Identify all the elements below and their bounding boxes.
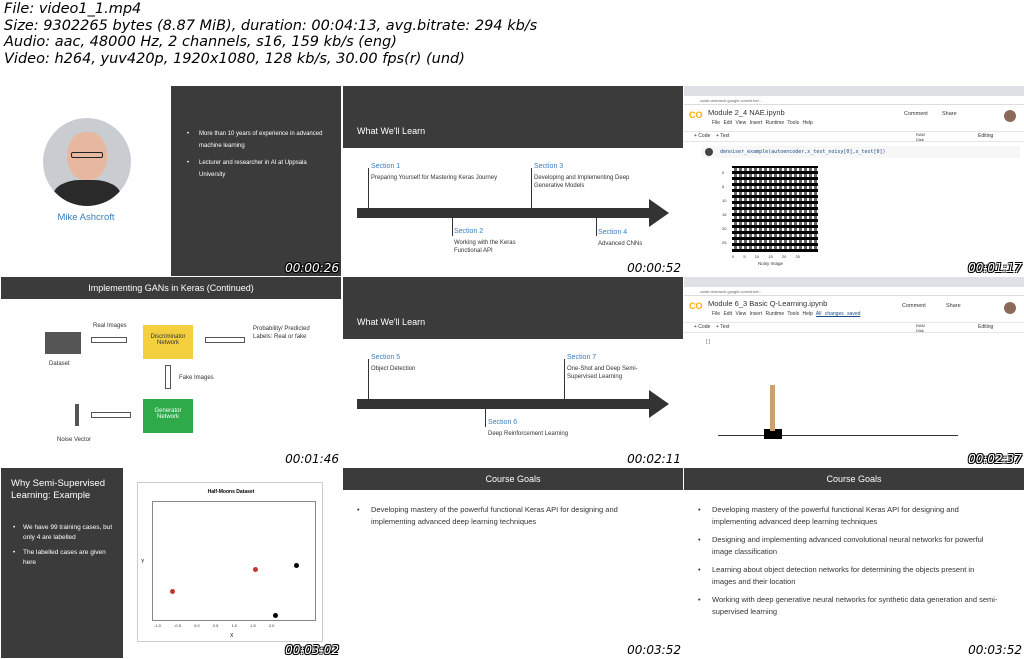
notebook-title[interactable]: Module 2_4 NAE.ipynb <box>708 108 785 117</box>
timestamp: 00:03:52 <box>968 643 1022 657</box>
timeline-arrow <box>357 399 657 409</box>
timestamp: 00:02:11 <box>627 452 681 466</box>
colab-logo: CO <box>689 110 703 120</box>
data-point <box>253 567 258 572</box>
bullet: • The labelled cases are given here <box>13 549 106 566</box>
thumbnail-4[interactable]: Implementing GANs in Keras (Continued) D… <box>1 277 341 467</box>
add-text-button[interactable]: + Text <box>716 133 729 139</box>
save-status[interactable]: All changes saved <box>816 311 861 317</box>
slide-title: Why Semi-Supervised Learning: Example <box>11 478 105 501</box>
timestamp: 00:01:17 <box>968 261 1022 275</box>
colab-logo: CO <box>689 301 703 311</box>
noisy-image-plot <box>732 166 818 252</box>
slide-title: What We'll Learn <box>357 317 426 327</box>
half-moons-plot: Half-Moons Dataset -1.0 -0.5 0.0 0.5 1.0… <box>137 482 323 642</box>
thumbnail-5[interactable]: What We'll Learn Section 5 Object Detecti… <box>343 277 683 467</box>
section-item: Section 5 Object Detection <box>371 354 416 372</box>
data-point <box>170 589 175 594</box>
comment-button[interactable]: Comment <box>904 111 928 117</box>
add-code-button[interactable]: + Code <box>694 133 710 139</box>
video-line: Video: h264, yuv420p, 1920x1080, 128 kb/… <box>4 50 465 67</box>
goal-item: • Developing mastery of the powerful func… <box>357 505 618 526</box>
section-item: Section 1 Preparing Yourself for Masterin… <box>371 163 498 181</box>
slide-title: Course Goals <box>343 468 683 490</box>
thumbnail-3[interactable]: colab.research.google.com/drive/... CO M… <box>684 86 1024 276</box>
file-info-header: File: video1_1.mp4 Size: 9302265 bytes (8… <box>0 0 1024 85</box>
timestamp: 00:00:26 <box>285 261 339 275</box>
section-item: Section 7 One-Shot and Deep Semi-Supervis… <box>567 354 638 380</box>
x-ticks: -1.0 -0.5 0.0 0.5 1.0 1.5 2.0 <box>154 623 275 628</box>
goal-item: • Developing mastery of the powerful func… <box>698 505 959 526</box>
generator-box: Generator Network <box>143 399 193 433</box>
audio-line: Audio: aac, 48000 Hz, 2 channels, s16, 1… <box>4 34 397 50</box>
url-bar[interactable]: colab.research.google.com/drive/... <box>684 96 1024 105</box>
add-text-button[interactable]: + Text <box>716 324 729 330</box>
noise-vector-block <box>75 404 79 426</box>
plot-label: Noisy Image <box>758 261 784 266</box>
noise-vector-label: Noise Vector <box>57 437 92 443</box>
thumbnail-9[interactable]: Course Goals • Developing mastery of the … <box>684 468 1024 658</box>
timeline-arrow <box>357 208 657 218</box>
code-cell[interactable]: denoiser_example(autoencoder,x_test_nois… <box>720 149 886 155</box>
plot-title: Half-Moons Dataset <box>207 489 255 495</box>
menu-bar[interactable]: File Edit View Insert Runtime Tools Help… <box>712 311 860 317</box>
cell-run-indicator[interactable]: [ ] <box>706 339 710 345</box>
bio-bullet: • More than 10 years of experience in adv… <box>187 131 323 149</box>
presenter-name: Mike Ashcroft <box>57 212 115 223</box>
goal-item: • Designing and implementing advanced con… <box>698 535 984 556</box>
timestamp: 00:00:52 <box>627 261 681 275</box>
section-item: Section 6 Deep Reinforcement Learning <box>488 419 569 437</box>
x-axis-label: X <box>230 633 234 639</box>
y-axis-label: Y <box>141 559 145 565</box>
editing-button[interactable]: Editing <box>978 324 993 330</box>
share-button[interactable]: Share <box>946 303 961 309</box>
resource-meter: RAM Disk <box>916 132 925 142</box>
y-ticks: 0 5 10 15 20 25 <box>722 170 727 245</box>
timestamp: 00:03:02 <box>285 643 339 657</box>
thumbnail-1[interactable]: Mike Ashcroft • More than 10 years of exp… <box>1 86 341 276</box>
data-point <box>273 613 278 618</box>
section-item: Section 2 Working with the Keras Function… <box>454 228 516 254</box>
share-button[interactable]: Share <box>942 111 957 117</box>
resource-meter: RAM Disk <box>916 323 925 333</box>
bullet: • We have 99 training cases, but only 4 a… <box>13 524 113 541</box>
avatar[interactable] <box>1004 110 1016 122</box>
cartpole-track <box>718 435 958 436</box>
section-item: Section 4 Advanced CNNs <box>598 229 643 247</box>
slide-title: What We'll Learn <box>357 126 426 136</box>
thumbnail-2[interactable]: What We'll Learn Section 1 Preparing Your… <box>343 86 683 276</box>
goal-item: • Working with deep generative neural net… <box>698 595 998 616</box>
timestamp: 00:02:37 <box>968 452 1022 466</box>
discriminator-box: Discriminator Network <box>143 325 193 359</box>
section-item: Section 3 Developing and Implementing Dee… <box>534 163 630 189</box>
file-line: File: video1_1.mp4 <box>4 1 142 17</box>
thumbnail-6[interactable]: colab.research.google.com/drive/... CO M… <box>684 277 1024 467</box>
notebook-title[interactable]: Module 6_3 Basic Q-Learning.ipynb <box>708 299 827 308</box>
timestamp: 00:03:52 <box>627 643 681 657</box>
thumbnail-7[interactable]: Why Semi-Supervised Learning: Example • W… <box>1 468 341 658</box>
slide-title: Course Goals <box>684 468 1024 490</box>
bio-bullet: • Lecturer and researcher in AI at Uppsal… <box>187 160 307 178</box>
dataset-block <box>45 332 81 354</box>
goal-item: • Learning about object detection network… <box>698 565 975 586</box>
thumbnail-8[interactable]: Course Goals • Developing mastery of the … <box>343 468 683 658</box>
presenter-photo <box>43 118 131 206</box>
size-line: Size: 9302265 bytes (8.87 MiB), duration… <box>4 17 538 34</box>
url-bar[interactable]: colab.research.google.com/drive/... <box>684 287 1024 296</box>
editing-button[interactable]: Editing <box>978 133 993 139</box>
data-point <box>294 563 299 568</box>
slide-title: Implementing GANs in Keras (Continued) <box>1 277 341 299</box>
comment-button[interactable]: Comment <box>902 303 926 309</box>
cartpole-pole <box>770 385 775 431</box>
avatar[interactable] <box>1004 302 1016 314</box>
probability-label: Probability/ Predicted Labels: Real or f… <box>253 326 310 340</box>
fake-images-label: Fake Images <box>179 375 214 381</box>
menu-bar[interactable]: File Edit View Insert Runtime Tools Help <box>712 120 813 126</box>
real-images-label: Real Images <box>93 323 127 329</box>
dataset-label: Dataset <box>49 361 70 367</box>
run-cell-button[interactable] <box>705 148 713 156</box>
add-code-button[interactable]: + Code <box>694 324 710 330</box>
timestamp: 00:01:46 <box>285 452 339 466</box>
x-ticks: 0 5 10 15 20 25 <box>732 254 800 259</box>
